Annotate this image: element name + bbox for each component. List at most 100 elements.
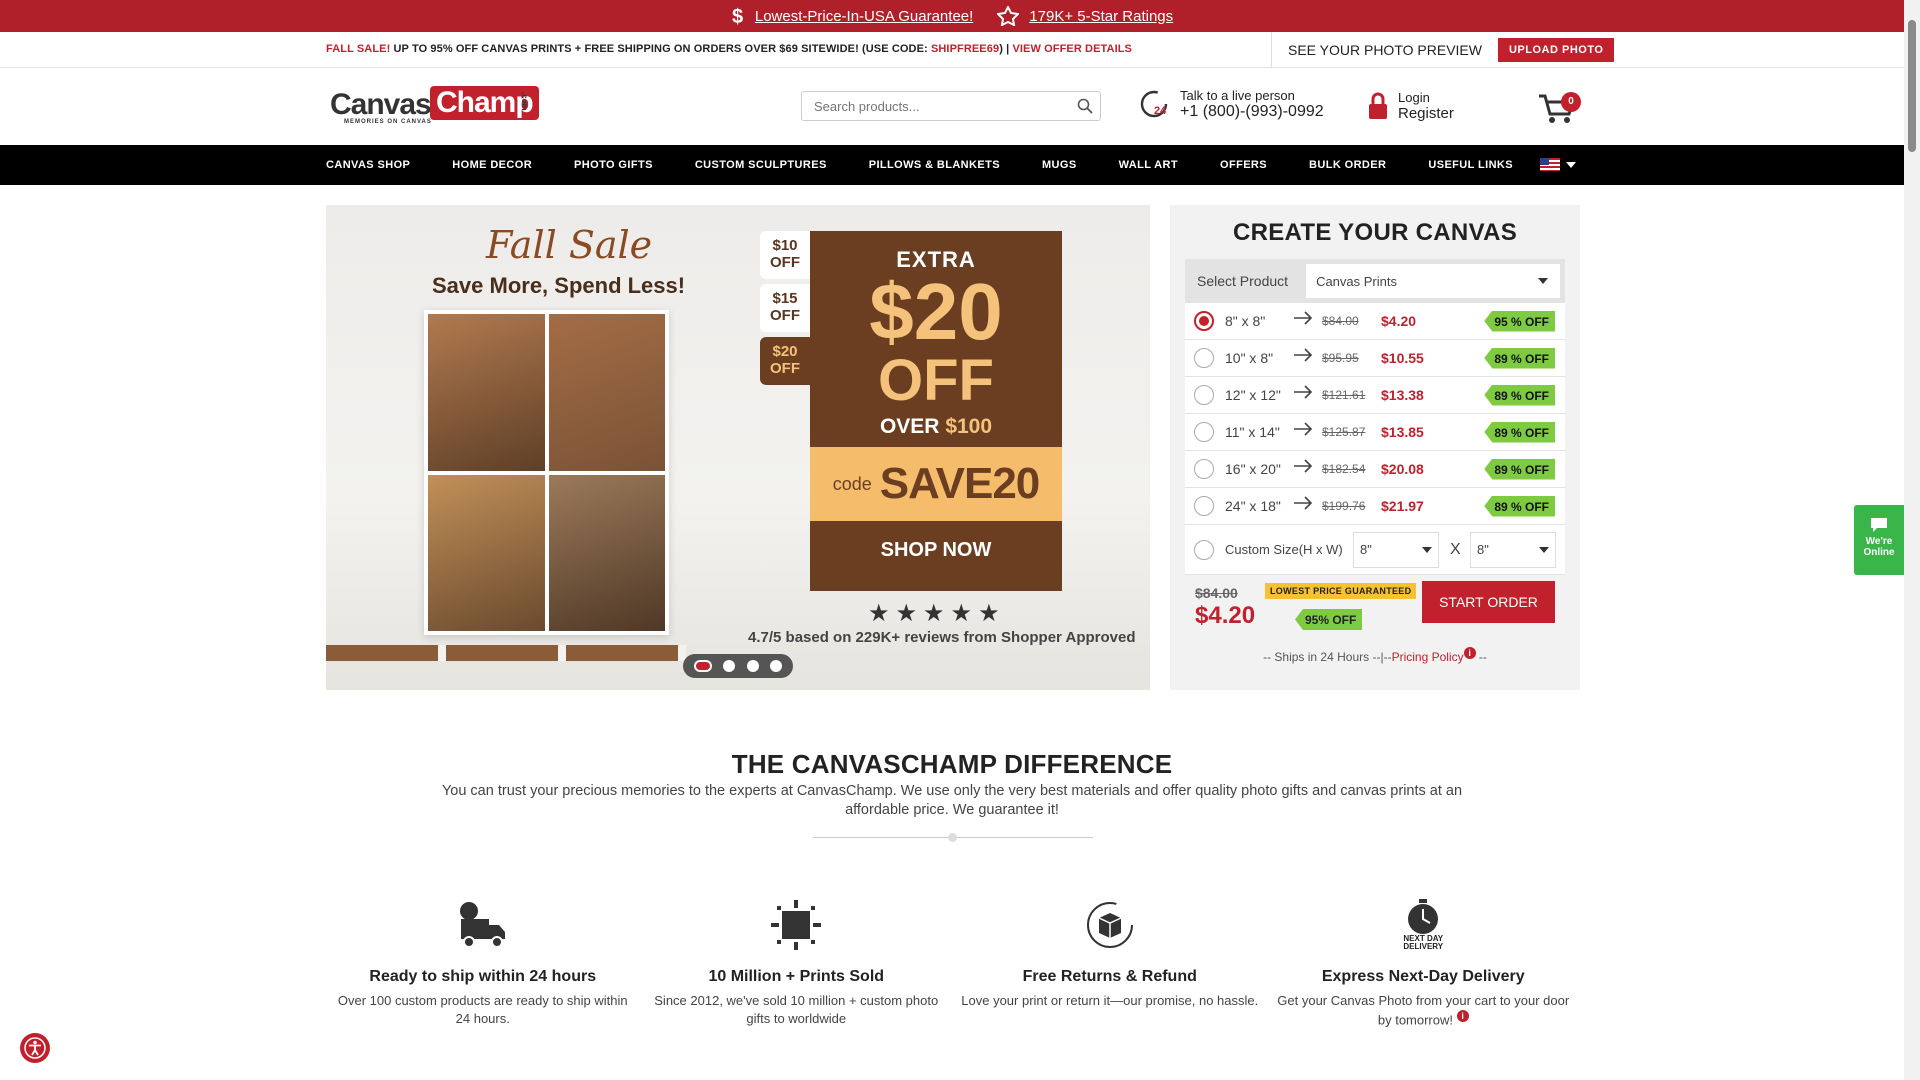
country-selector[interactable] (1540, 158, 1576, 171)
size-radio[interactable] (1194, 311, 1214, 331)
support-24-icon: 24 (1140, 90, 1168, 117)
nav-home-decor[interactable]: HOME DECOR (452, 159, 532, 171)
register-link[interactable]: Register (1398, 105, 1454, 122)
size-radio[interactable] (1194, 496, 1214, 516)
feature-list: Ready to ship within 24 hours Over 100 c… (326, 898, 1580, 1029)
nav-photo-gifts[interactable]: PHOTO GIFTS (574, 159, 653, 171)
select-product-label: Select Product (1197, 273, 1289, 289)
arrow-right-icon (1294, 385, 1313, 399)
nav-wall-art[interactable]: WALL ART (1119, 159, 1178, 171)
rating-text: 4.7/5 based on 229K+ reviews from Shoppe… (748, 629, 1136, 646)
shop-now-button[interactable]: SHOP NOW (810, 521, 1062, 579)
feature-item: 10 Million + Prints Sold Since 2012, we'… (640, 898, 954, 1029)
us-flag-icon (1540, 158, 1560, 171)
promo-code: code SAVE20 (810, 447, 1062, 521)
promo-over: OVER $100 (810, 415, 1062, 439)
nav-useful-links[interactable]: USEFUL LINKS (1428, 159, 1513, 171)
size-option[interactable]: 10" x 8" $95.95 $10.55 89 % OFF (1185, 340, 1565, 377)
nav-bulk-order[interactable]: BULK ORDER (1309, 159, 1386, 171)
size-label: 24" x 18" (1225, 498, 1281, 514)
chat-line-1: We're (1865, 536, 1893, 547)
size-option[interactable]: 11" x 14" $125.87 $13.85 89 % OFF (1185, 414, 1565, 451)
banner-save-more: Save More, Spend Less! (432, 273, 686, 298)
svg-text:$: $ (732, 6, 743, 27)
start-order-button[interactable]: START ORDER (1422, 581, 1555, 623)
tag-amount: $10 (772, 237, 798, 254)
nav-canvas-shop[interactable]: CANVAS SHOP (326, 159, 410, 171)
promo-over-amount: $100 (945, 415, 993, 438)
total-price: $4.20 (1195, 602, 1256, 629)
phone-number[interactable]: +1 (800)-(993)-0992 (1180, 103, 1324, 121)
scrollbar-thumb[interactable] (1908, 20, 1916, 152)
info-icon[interactable]: i (1463, 647, 1476, 659)
size-radio[interactable] (1194, 539, 1214, 560)
slide-dot[interactable] (769, 660, 782, 672)
accessibility-button[interactable] (20, 1033, 50, 1063)
info-icon[interactable]: i (1456, 1010, 1469, 1022)
size-option[interactable]: 12" x 12" $121.61 $13.38 89 % OFF (1185, 377, 1565, 414)
slide-dot[interactable] (694, 660, 713, 672)
ships-text: -- Ships in 24 Hours --|-- (1263, 650, 1392, 664)
feature-title: Express Next-Day Delivery (1321, 968, 1525, 985)
banner-fall-sale: Fall Sale (486, 223, 653, 267)
total-discount-badge: 95% OFF (1295, 609, 1363, 630)
search-input[interactable] (802, 98, 1070, 114)
view-offer-details-link[interactable]: VIEW OFFER DETAILS (1012, 43, 1132, 55)
discount-tag: $20 OFF (760, 337, 810, 385)
size-radio[interactable] (1194, 385, 1214, 405)
photo-collage (424, 310, 669, 635)
size-option[interactable]: 24" x 18" $199.76 $21.97 89 % OFF (1185, 488, 1565, 525)
price-guarantee-link[interactable]: $ Lowest-Price-In-USA Guarantee! (731, 5, 973, 27)
promo-code-label: code (832, 473, 872, 494)
accessibility-icon (24, 1037, 46, 1059)
feature-item: Free Returns & Refund Love your print or… (953, 898, 1267, 1029)
upload-photo-button[interactable]: UPLOAD PHOTO (1497, 38, 1615, 62)
panel-title: CREATE YOUR CANVAS (1232, 219, 1518, 246)
slide-dot[interactable] (746, 660, 759, 672)
size-radio[interactable] (1194, 348, 1214, 368)
product-select[interactable]: Canvas Prints (1306, 264, 1560, 298)
size-label: 11" x 14" (1225, 424, 1280, 440)
live-chat-widget[interactable]: We're Online (1854, 505, 1904, 575)
price-guarantee-text: Lowest-Price-In-USA Guarantee! (754, 7, 974, 25)
logo-tagline: MEMORIES ON CANVAS (344, 119, 432, 125)
slide-dot[interactable] (723, 660, 736, 672)
size-option[interactable]: 16" x 20" $182.54 $20.08 89 % OFF (1185, 451, 1565, 488)
lowest-price-badge: LOWEST PRICE GUARANTEED (1265, 583, 1417, 599)
feature-desc: Since 2012, we've sold 10 million + cust… (654, 993, 939, 1026)
size-radio[interactable] (1194, 459, 1214, 479)
banner-shelf (326, 645, 686, 661)
ratings-link[interactable]: 179K+ 5-Star Ratings (997, 6, 1173, 26)
size-option[interactable]: 8" x 8" $84.00 $4.20 95 % OFF (1185, 303, 1565, 340)
nav-pillows-blankets[interactable]: PILLOWS & BLANKETS (869, 159, 1000, 171)
account-links: Login Register (1368, 90, 1454, 122)
hero-banner[interactable]: Fall Sale Save More, Spend Less! $10 OFF … (326, 205, 1150, 690)
page-scrollbar[interactable] (1904, 0, 1920, 1080)
nav-mugs[interactable]: MUGS (1042, 159, 1077, 171)
size-radio[interactable] (1194, 422, 1214, 442)
canvaschamp-logo[interactable]: Canvas Champ .com MEMORIES ON CANVAS (330, 86, 539, 126)
offer-close: ) | (999, 43, 1013, 55)
live-support[interactable]: 24 Talk to a live person +1 (800)-(993)-… (1140, 88, 1324, 121)
custom-height-select[interactable]: 8" (1353, 531, 1439, 568)
custom-width-select[interactable]: 8" (1470, 531, 1556, 568)
custom-size-option[interactable]: Custom Size(H x W) 8" X 8" (1185, 525, 1565, 574)
promo-off: OFF (878, 348, 994, 413)
search-icon[interactable] (1070, 98, 1100, 114)
coupon-code: SHIPFREE69 (930, 43, 1000, 55)
custom-height-value: 8" (1360, 542, 1372, 557)
size-label: 10" x 8" (1225, 350, 1274, 366)
cart-button[interactable]: 0 (1537, 90, 1581, 124)
nav-custom-sculptures[interactable]: CUSTOM SCULPTURES (695, 159, 827, 171)
caret-down-icon (1538, 278, 1548, 284)
old-price: $95.95 (1322, 351, 1359, 365)
collage-photo (428, 474, 545, 631)
old-price: $84.00 (1322, 314, 1359, 328)
custom-size-label: Custom Size(H x W) (1225, 542, 1343, 557)
login-link[interactable]: Login (1398, 90, 1454, 105)
nav-offers[interactable]: OFFERS (1220, 159, 1267, 171)
feature-desc: Love your print or return it—our promise… (961, 993, 1259, 1008)
tag-label: OFF (770, 254, 800, 271)
tag-amount: $15 (772, 290, 798, 307)
pricing-policy-link[interactable]: Pricing Policy (1392, 650, 1464, 664)
